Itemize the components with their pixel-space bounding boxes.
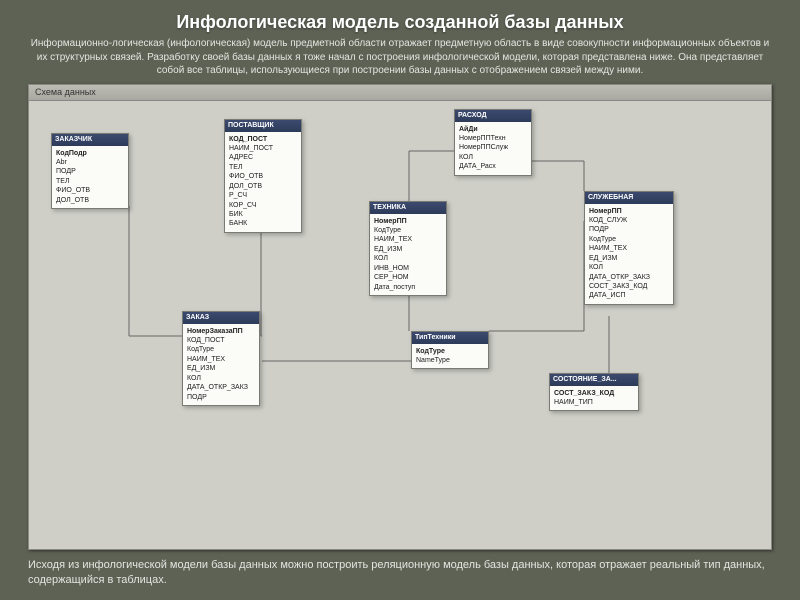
field: ДАТА_Расх [459, 162, 527, 171]
field: ИНВ_НОМ [374, 264, 442, 273]
field: ФИО_ОТВ [229, 172, 297, 181]
window-title-text: Схема данных [35, 87, 96, 97]
window-titlebar: Схема данных [29, 85, 771, 101]
field: НомерПП [589, 207, 669, 216]
intro-text: Информационно-логическая (инфологическая… [28, 37, 772, 78]
field: КодТуре [589, 235, 669, 244]
field: АйДи [459, 125, 527, 134]
diagram-canvas[interactable]: ЗАКАЗЧИК КодПодр Abr ПОДР ТЕЛ ФИО_ОТВ ДО… [29, 101, 771, 550]
field: СОСТ_ЗАКЗ_КОД [589, 282, 669, 291]
field: КОЛ [187, 374, 255, 383]
table-sluzhebnaya[interactable]: СЛУЖЕБНАЯ НомерПП КОД_СЛУЖ ПОДР КодТуре … [584, 191, 674, 305]
table-tiptehniki[interactable]: ТипТехники КодТуре NameType [411, 331, 489, 370]
field: КОЛ [589, 263, 669, 272]
field: NameType [416, 356, 484, 365]
slide-container: Инфологическая модель созданной базы дан… [0, 0, 800, 600]
field: ДАТА_ОТКР_ЗАКЗ [589, 273, 669, 282]
field: НАИМ_ТИП [554, 398, 634, 407]
table-tehnika[interactable]: ТЕХНИКА НомерПП КодТуре НАИМ_ТЕХ ЕД_ИЗМ … [369, 201, 447, 297]
field: КОД_ПОСТ [229, 135, 297, 144]
field: ПОДР [56, 167, 124, 176]
field: КОД_СЛУЖ [589, 216, 669, 225]
field: КОР_СЧ [229, 201, 297, 210]
field: ДАТА_ОТКР_ЗАКЗ [187, 383, 255, 392]
field: НАИМ_ТЕХ [187, 355, 255, 364]
field: ПОДР [187, 393, 255, 402]
table-header: СОСТОЯНИЕ_ЗА... [550, 374, 638, 386]
table-sostoyanie[interactable]: СОСТОЯНИЕ_ЗА... СОСТ_ЗАКЗ_КОД НАИМ_ТИП [549, 373, 639, 412]
table-zakazchik[interactable]: ЗАКАЗЧИК КодПодр Abr ПОДР ТЕЛ ФИО_ОТВ ДО… [51, 133, 129, 210]
field: ДАТА_ИСП [589, 291, 669, 300]
table-header: ТЕХНИКА [370, 202, 446, 214]
field: ТЕЛ [229, 163, 297, 172]
table-zakaz[interactable]: ЗАКАЗ НомерЗаказаПП КОД_ПОСТ КодТуре НАИ… [182, 311, 260, 407]
field: ДОЛ_ОТВ [229, 182, 297, 191]
field: Дата_поступ [374, 283, 442, 292]
table-header: ТипТехники [412, 332, 488, 344]
field: ПОДР [589, 225, 669, 234]
table-body: НомерПП КодТуре НАИМ_ТЕХ ЕД_ИЗМ КОЛ ИНВ_… [370, 214, 446, 296]
table-body: КодТуре NameType [412, 344, 488, 369]
table-header: СЛУЖЕБНАЯ [585, 192, 673, 204]
field: КодТуре [416, 347, 484, 356]
field: ЕД_ИЗМ [187, 364, 255, 373]
field: НомерППТехн [459, 134, 527, 143]
field: СОСТ_ЗАКЗ_КОД [554, 389, 634, 398]
field: НомерПП [374, 217, 442, 226]
page-title: Инфологическая модель созданной базы дан… [28, 12, 772, 33]
field: НАИМ_ТЕХ [589, 244, 669, 253]
field: КодПодр [56, 149, 124, 158]
field: Р_СЧ [229, 191, 297, 200]
field: ТЕЛ [56, 177, 124, 186]
relationship-lines [29, 101, 771, 550]
table-body: СОСТ_ЗАКЗ_КОД НАИМ_ТИП [550, 386, 638, 411]
table-header: РАСХОД [455, 110, 531, 122]
field: НомерППСлуж [459, 143, 527, 152]
field: БИК [229, 210, 297, 219]
field: ФИО_ОТВ [56, 186, 124, 195]
field: ЕД_ИЗМ [374, 245, 442, 254]
field: НАИМ_ТЕХ [374, 235, 442, 244]
table-header: ЗАКАЗЧИК [52, 134, 128, 146]
table-postavshik[interactable]: ПОСТАВЩИК КОД_ПОСТ НАИМ_ПОСТ АДРЕС ТЕЛ Ф… [224, 119, 302, 233]
schema-window: Схема данных ЗАКА [28, 84, 772, 551]
table-header: ЗАКАЗ [183, 312, 259, 324]
field: КодТуре [187, 345, 255, 354]
field: СЕР_НОМ [374, 273, 442, 282]
outro-text: Исходя из инфологической модели базы дан… [28, 558, 772, 588]
field: КодТуре [374, 226, 442, 235]
table-body: НомерПП КОД_СЛУЖ ПОДР КодТуре НАИМ_ТЕХ Е… [585, 204, 673, 304]
field: КОЛ [459, 153, 527, 162]
table-body: АйДи НомерППТехн НомерППСлуж КОЛ ДАТА_Ра… [455, 122, 531, 175]
field: НомерЗаказаПП [187, 327, 255, 336]
table-body: КОД_ПОСТ НАИМ_ПОСТ АДРЕС ТЕЛ ФИО_ОТВ ДОЛ… [225, 132, 301, 232]
table-body: КодПодр Abr ПОДР ТЕЛ ФИО_ОТВ ДОЛ_ОТВ [52, 146, 128, 209]
field: АДРЕС [229, 153, 297, 162]
field: БАНК [229, 219, 297, 228]
table-header: ПОСТАВЩИК [225, 120, 301, 132]
field: Abr [56, 158, 124, 167]
table-rashod[interactable]: РАСХОД АйДи НомерППТехн НомерППСлуж КОЛ … [454, 109, 532, 176]
table-body: НомерЗаказаПП КОД_ПОСТ КодТуре НАИМ_ТЕХ … [183, 324, 259, 406]
field: ЕД_ИЗМ [589, 254, 669, 263]
field: КОД_ПОСТ [187, 336, 255, 345]
field: НАИМ_ПОСТ [229, 144, 297, 153]
field: ДОЛ_ОТВ [56, 196, 124, 205]
field: КОЛ [374, 254, 442, 263]
